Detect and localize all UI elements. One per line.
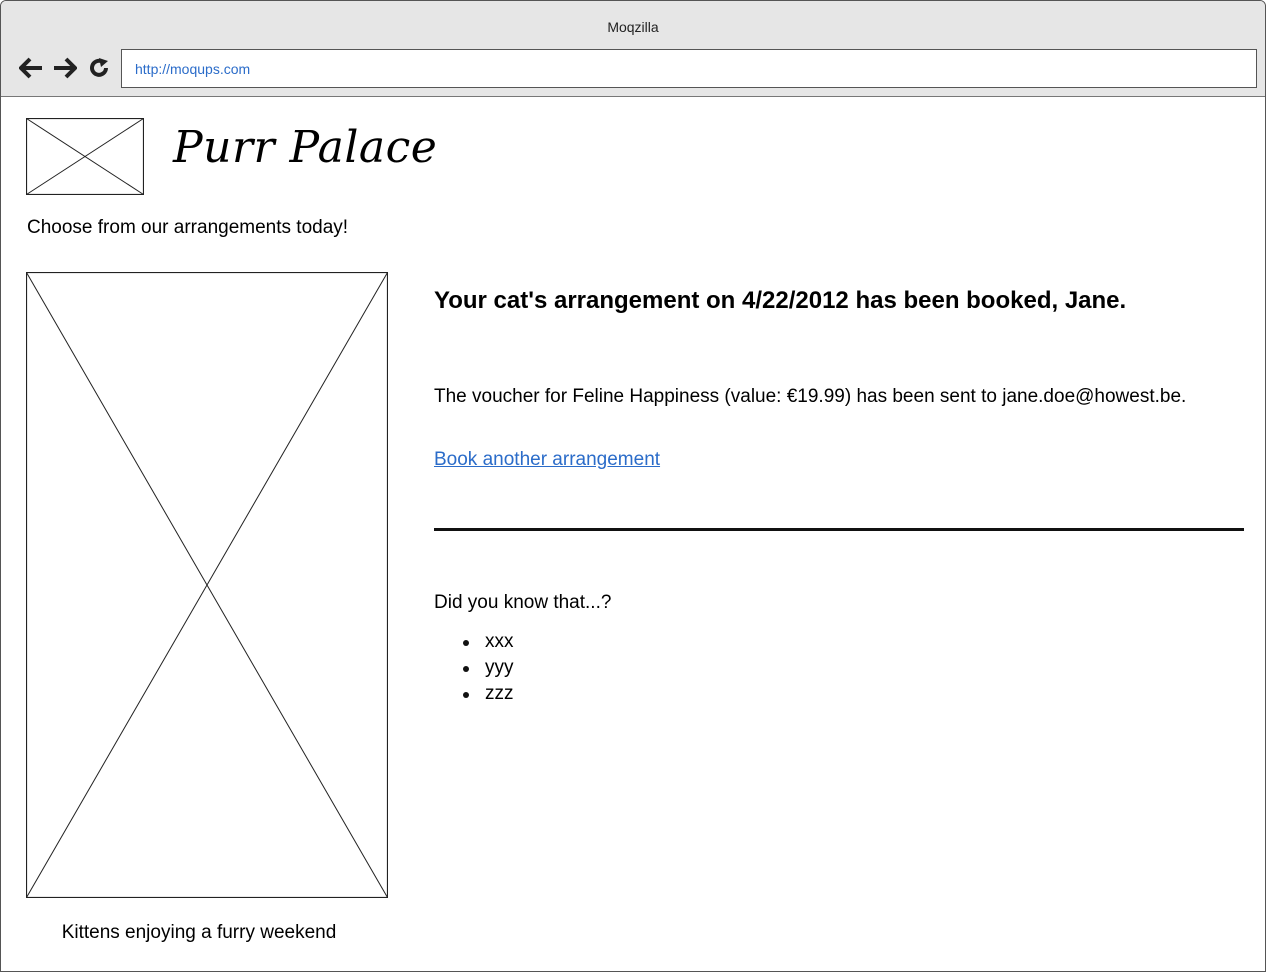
list-item: yyy: [434, 655, 514, 681]
fact-text: yyy: [485, 657, 514, 678]
forward-button[interactable]: [53, 56, 77, 80]
bullet-icon: [463, 666, 469, 672]
tagline: Choose from our arrangements today!: [27, 217, 349, 238]
hero-image-placeholder: [26, 272, 388, 898]
bullet-icon: [463, 692, 469, 698]
reload-icon: [90, 58, 108, 77]
reload-button[interactable]: [87, 56, 111, 80]
arrow-left-icon: [19, 57, 42, 79]
confirmation-heading: Your cat's arrangement on 4/22/2012 has …: [434, 287, 1127, 314]
arrow-right-icon: [54, 57, 77, 79]
voucher-text: The voucher for Feline Happiness (value:…: [434, 386, 1187, 407]
window-title: Moqzilla: [607, 19, 659, 35]
facts-title: Did you know that...?: [434, 592, 612, 613]
url-text: http://moqups.com: [135, 61, 251, 77]
book-another-link[interactable]: Book another arrangement: [434, 449, 660, 471]
logo-image-placeholder: [26, 118, 144, 195]
browser-titlebar: Moqzilla http://moqups.com: [1, 1, 1265, 97]
fact-text: zzz: [485, 683, 514, 704]
back-button[interactable]: [19, 56, 43, 80]
browser-window: Moqzilla http://moqups.com Purr Palace C…: [0, 0, 1266, 972]
facts-list: xxx yyy zzz: [434, 629, 514, 707]
list-item: xxx: [434, 629, 514, 655]
list-item: zzz: [434, 681, 514, 707]
url-bar[interactable]: http://moqups.com: [121, 49, 1257, 88]
hero-caption: Kittens enjoying a furry weekend: [61, 922, 337, 943]
divider: [434, 528, 1244, 531]
page-content: Purr Palace Choose from our arrangements…: [1, 97, 1265, 971]
fact-text: xxx: [485, 631, 514, 652]
brand-title: Purr Palace: [173, 122, 438, 173]
bullet-icon: [463, 640, 469, 646]
